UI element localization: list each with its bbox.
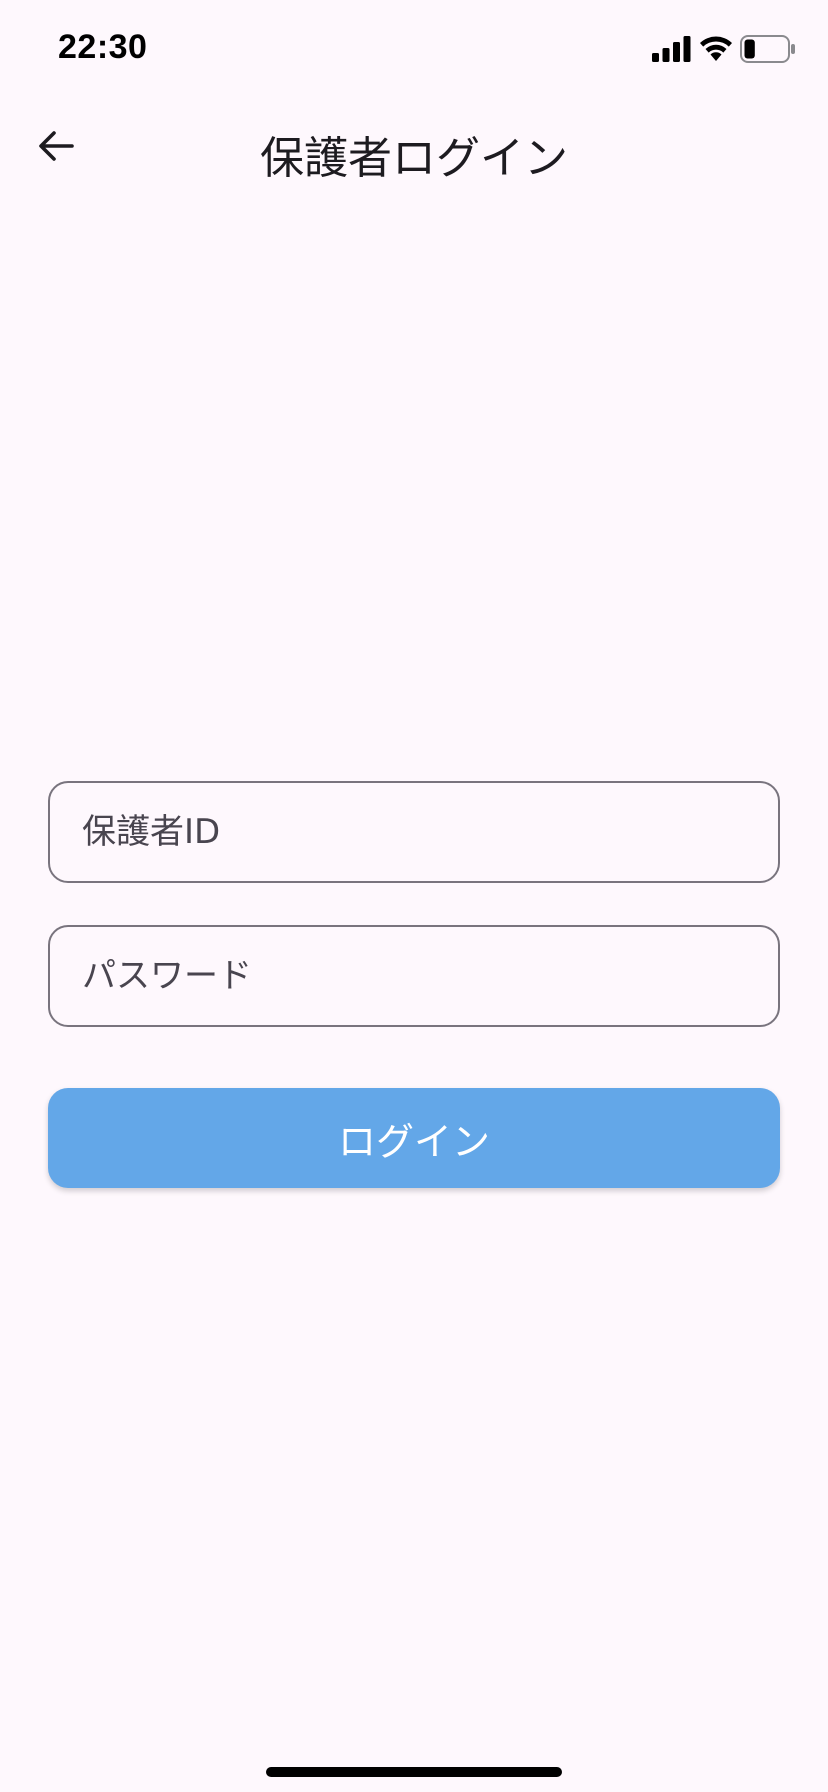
- battery-icon: [740, 35, 795, 63]
- password-input[interactable]: [80, 955, 748, 997]
- home-indicator: [266, 1767, 562, 1777]
- guardian-id-input[interactable]: [80, 811, 748, 853]
- page-title: 保護者ログイン: [260, 133, 568, 184]
- password-field[interactable]: [48, 925, 780, 1027]
- cellular-signal-icon: [652, 36, 691, 62]
- status-bar: 22:30: [0, 0, 828, 100]
- wifi-icon: [700, 36, 732, 61]
- guardian-id-field[interactable]: [48, 781, 780, 883]
- status-time: 22:30: [58, 28, 148, 66]
- app-bar: 保護者ログイン: [0, 110, 828, 190]
- login-button[interactable]: ログイン: [48, 1088, 780, 1188]
